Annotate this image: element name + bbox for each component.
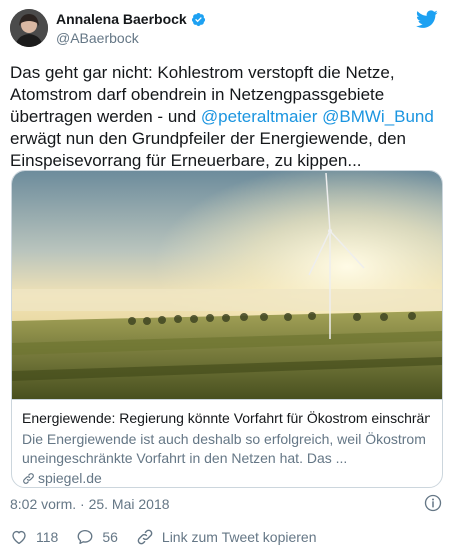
card-image: [12, 171, 442, 399]
link-icon: [137, 529, 153, 545]
twitter-bird-icon[interactable]: [416, 10, 438, 29]
mention-link-peteraltmaier[interactable]: @peteraltmaier: [201, 107, 317, 126]
like-button[interactable]: 118: [10, 528, 58, 546]
tweet-timestamp[interactable]: 8:02 vorm. · 25. Mai 2018: [10, 496, 170, 512]
reply-bubble-icon: [77, 529, 93, 545]
avatar[interactable]: [10, 9, 48, 47]
link-preview-card[interactable]: Energiewende: Regierung könnte Vorfahrt …: [11, 170, 443, 488]
reply-count: 56: [102, 529, 118, 545]
card-title: Energiewende: Regierung könnte Vorfahrt …: [22, 410, 430, 426]
tweet-meta: 8:02 vorm. · 25. Mai 2018: [10, 494, 442, 512]
heart-icon: [12, 530, 26, 545]
tweet-actions: 118 56 Link zum Tweet kopieren: [10, 528, 335, 546]
copy-link-button[interactable]: Link zum Tweet kopieren: [136, 528, 317, 546]
tweet-text: Das geht gar nicht: Kohlestrom verstopft…: [10, 62, 435, 172]
like-count: 118: [36, 529, 59, 545]
info-icon[interactable]: [424, 494, 442, 512]
mention-link-bmwi[interactable]: @BMWi_Bund: [322, 107, 434, 126]
author-handle[interactable]: @ABaerbock: [56, 30, 139, 46]
avatar-photo: [10, 9, 48, 47]
card-description: Die Energiewende ist auch deshalb so erf…: [22, 431, 426, 466]
card-domain-text: spiegel.de: [38, 470, 102, 486]
author-display-name[interactable]: Annalena Baerbock: [56, 11, 187, 27]
tweet-text-part: erwägt nun den Grundpfeiler der Energiew…: [10, 129, 406, 170]
link-icon: [23, 472, 34, 484]
card-domain: spiegel.de: [22, 470, 430, 486]
verified-badge-icon: [191, 12, 205, 26]
copy-link-label: Link zum Tweet kopieren: [161, 529, 317, 545]
reply-button[interactable]: 56: [76, 528, 118, 546]
